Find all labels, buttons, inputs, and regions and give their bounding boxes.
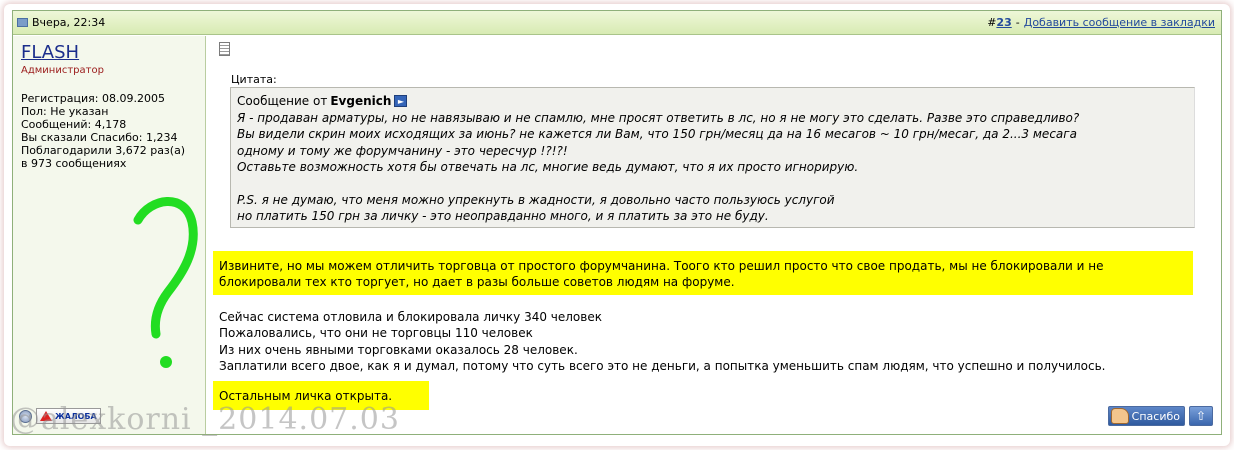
post-number-link[interactable]: 23 bbox=[996, 16, 1011, 29]
quote-line: одному и тому же форумчанину - это черес… bbox=[237, 143, 568, 158]
stat-registration: Регистрация: 08.09.2005 bbox=[21, 92, 165, 105]
username-link[interactable]: FLASH bbox=[21, 42, 197, 63]
post-header: Вчера, 22:34 #23 - Добавить сообщение в … bbox=[13, 11, 1221, 35]
quote-from: Сообщение от Evgenich ► bbox=[237, 94, 1188, 108]
post-content: Цитата: Сообщение от Evgenich ► Я - прод… bbox=[207, 36, 1221, 434]
quote-line: Вы видели скрин моих исходящих за июнь? … bbox=[237, 127, 1077, 142]
thanks-button[interactable]: Спасибо bbox=[1107, 406, 1185, 426]
user-stats: Регистрация: 08.09.2005 Пол: Не указан С… bbox=[21, 92, 197, 170]
reply-line: Извините, но мы можем отличить торговца … bbox=[219, 259, 1104, 273]
reply-line: Сейчас система отловила и блокировала ли… bbox=[219, 310, 602, 324]
reply-line: Пожаловались, что они не торговцы 110 че… bbox=[219, 326, 533, 341]
quote-line: Я - продаван арматуры, но не навязываю и… bbox=[237, 111, 1080, 125]
reply-stats-lines: Сейчас система отловила и блокировала ли… bbox=[219, 309, 1106, 375]
scroll-top-button[interactable]: ⇧ bbox=[1189, 406, 1213, 426]
thumbs-up-icon bbox=[1110, 408, 1129, 424]
go-to-post-icon[interactable]: ► bbox=[394, 95, 408, 107]
stat-thanks-given: Вы сказали Спасибо: 1,234 bbox=[21, 131, 178, 144]
user-title: Администратор bbox=[21, 65, 104, 76]
stat-posts: Сообщений: 4,178 bbox=[21, 118, 127, 131]
reply-highlight-paragraph: Извините, но мы можем отличить торговца … bbox=[219, 258, 1189, 291]
reply-line: блокировали тех кто торгует, но дает в р… bbox=[219, 275, 735, 290]
post-date: Вчера, 22:34 bbox=[32, 16, 106, 29]
quote-author: Evgenich bbox=[330, 94, 392, 108]
quote-ps-line: но платить 150 грн за личку - это неопра… bbox=[237, 209, 769, 224]
reply-line: Из них очень явными торговками оказалось… bbox=[219, 342, 578, 357]
watermark: @alexkorni _2014.07.03 bbox=[10, 402, 400, 437]
quote-line: Оставьте возможность хотя бы отвечать на… bbox=[237, 160, 859, 175]
reply-line: Заплатили всего двое, как я и думал, пот… bbox=[219, 359, 1106, 374]
bookmark-link[interactable]: Добавить сообщение в закладки bbox=[1024, 16, 1215, 29]
quote-from-prefix: Сообщение от bbox=[237, 94, 328, 108]
thanks-label: Спасибо bbox=[1131, 409, 1180, 423]
quote-label: Цитата: bbox=[231, 73, 277, 86]
post-icon bbox=[17, 18, 28, 27]
stat-thanked: Поблагодарили 3,672 раз(а) bbox=[21, 144, 186, 157]
quote-text: Я - продаван арматуры, но не навязываю и… bbox=[237, 110, 1188, 224]
stat-thanked-posts: в 973 сообщениях bbox=[21, 157, 127, 170]
question-mark-annotation bbox=[133, 197, 198, 368]
quote-ps-line: P.S. я не думаю, что меня можно упрекнут… bbox=[237, 192, 835, 207]
quote-box: Сообщение от Evgenich ► Я - продаван арм… bbox=[230, 87, 1195, 228]
document-icon bbox=[219, 42, 230, 56]
stat-gender: Пол: Не указан bbox=[21, 105, 109, 118]
post-number-wrap: #23 bbox=[987, 16, 1012, 29]
